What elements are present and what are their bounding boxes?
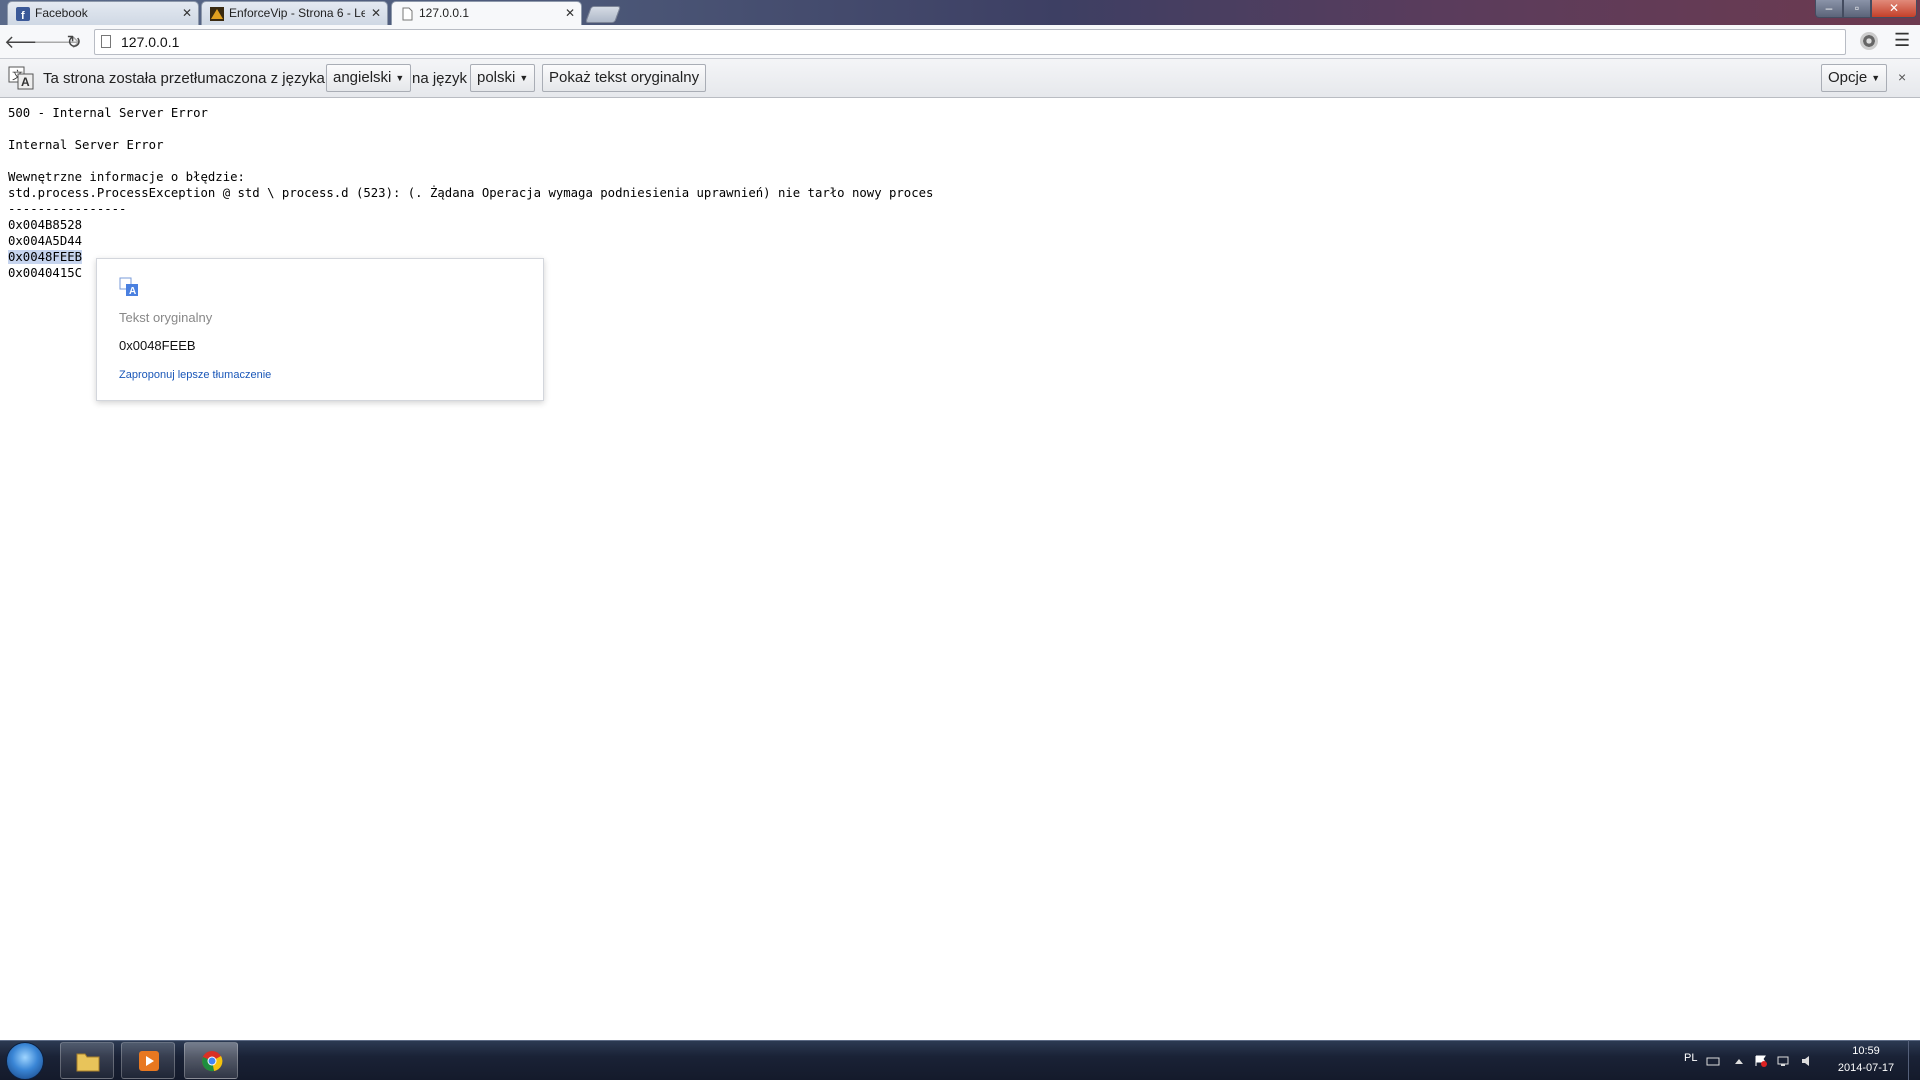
folder-icon [76,1053,100,1072]
close-window-button[interactable]: ✕ [1871,0,1917,18]
minimize-button[interactable]: ‒ [1815,0,1843,18]
facebook-icon: f [16,7,30,21]
tab-localhost[interactable]: 127.0.0.1 ✕ [391,1,582,26]
translate-bar-text-middle: na język [412,70,468,87]
line-text: 0x004B8528 [8,218,83,232]
translate-icon: 文 A [8,66,34,90]
keyboard-language[interactable]: PL [1684,1052,1697,1064]
translate-bar-text: Ta strona została przetłumaczona z język… [43,70,325,87]
start-button[interactable] [6,1042,44,1080]
chevron-down-icon: ▼ [395,73,405,83]
content-line: 500 - Internal Server Error [8,105,933,121]
content-line [8,121,933,137]
content-line: ---------------- [8,201,933,217]
tab-title: 127.0.0.1 [419,6,470,20]
tab-close-icon[interactable]: ✕ [182,2,192,24]
taskbar [0,1040,1920,1080]
show-desktop-button[interactable] [1908,1040,1920,1080]
tab-enforcevip[interactable]: EnforceVip - Strona 6 - Le ✕ [201,1,388,25]
keyboard-icon[interactable] [1706,1055,1720,1067]
back-arrow-icon[interactable]: 🡐 [4,30,52,54]
browser-toolbar: 🡐 🡒 ↻ 127.0.0.1 ☆ [0,25,1920,59]
line-text: 0x0040415C [8,266,83,280]
selected-text: 0x0048FEEB [8,250,83,264]
close-translate-bar-icon[interactable]: × [1898,69,1906,85]
maximize-button[interactable]: ▫ [1843,0,1871,18]
translate-icon: A [119,277,138,297]
media-player-icon [139,1051,159,1071]
page-content: 500 - Internal Server Error Internal Serv… [8,105,933,281]
popup-original-text: 0x0048FEEB [119,338,196,353]
page-icon [101,35,111,48]
tab-facebook[interactable]: f Facebook ✕ [7,1,199,25]
action-center-flag-icon[interactable] [1754,1055,1768,1067]
translate-bar: 文 A Ta strona została przetłumaczona z j… [0,59,1920,98]
show-hidden-icons-icon[interactable] [1732,1055,1746,1067]
line-text: 0x004A5D44 [8,234,83,248]
options-button[interactable]: Opcje ▼ [1821,64,1888,92]
page-icon [402,7,413,21]
extension-icon[interactable] [1860,32,1878,50]
chevron-down-icon: ▼ [519,73,529,83]
source-language-select[interactable]: angielski ▼ [326,64,412,92]
tab-strip: f Facebook ✕ EnforceVip - Strona 6 - Le … [0,0,1920,26]
forward-arrow-icon[interactable]: 🡒 [33,30,81,54]
volume-icon[interactable] [1800,1055,1814,1067]
content-line: 0x004B8528 [8,217,933,233]
taskbar-app-media-player[interactable] [121,1042,175,1079]
content-line [8,153,933,169]
taskbar-app-chrome[interactable] [184,1042,238,1079]
source-language-value: angielski [333,69,392,86]
line-text: std.process.ProcessException @ std \ pro… [8,186,934,200]
line-text: Wewnętrzne informacje o błędzie: [8,170,245,184]
chevron-down-icon: ▼ [1871,73,1881,83]
taskbar-app-explorer[interactable] [60,1042,114,1079]
svg-text:A: A [129,286,136,297]
menu-icon[interactable]: ☰ [1894,30,1910,51]
network-icon[interactable] [1776,1055,1790,1067]
popup-heading: Tekst oryginalny [119,310,213,325]
show-original-button[interactable]: Pokaż tekst oryginalny [542,64,707,92]
tab-title: EnforceVip - Strona 6 - Le [229,6,365,20]
address-bar[interactable]: 127.0.0.1 ☆ [94,29,1846,55]
content-line: std.process.ProcessException @ std \ pro… [8,185,933,201]
tab-close-icon[interactable]: ✕ [565,2,575,24]
content-line: Internal Server Error [8,137,933,153]
clock-time[interactable]: 10:59 [1836,1045,1896,1057]
line-text: ---------------- [8,202,127,216]
reload-icon[interactable]: ↻ [62,30,86,54]
options-label: Opcje [1828,69,1868,86]
line-text: 500 - Internal Server Error [8,106,208,120]
line-text: Internal Server Error [8,138,164,152]
svg-text:f: f [21,10,25,21]
suggest-translation-link[interactable]: Zaproponuj lepsze tłumaczenie [119,369,271,381]
tab-close-icon[interactable]: ✕ [371,2,381,24]
chrome-icon [202,1051,223,1072]
enforcevip-icon [210,7,224,21]
original-text-popup: A Tekst oryginalny 0x0048FEEB Zaproponuj… [96,258,544,401]
clock-date[interactable]: 2014-07-17 [1828,1062,1904,1074]
tab-title: Facebook [35,6,88,20]
target-language-value: polski [477,69,516,86]
url-text[interactable]: 127.0.0.1 [121,34,179,50]
svg-text:A: A [21,75,30,89]
content-line: 0x004A5D44 [8,233,933,249]
new-tab-button[interactable] [584,6,622,23]
content-line: Wewnętrzne informacje o błędzie: [8,169,933,185]
target-language-select[interactable]: polski ▼ [470,64,536,92]
